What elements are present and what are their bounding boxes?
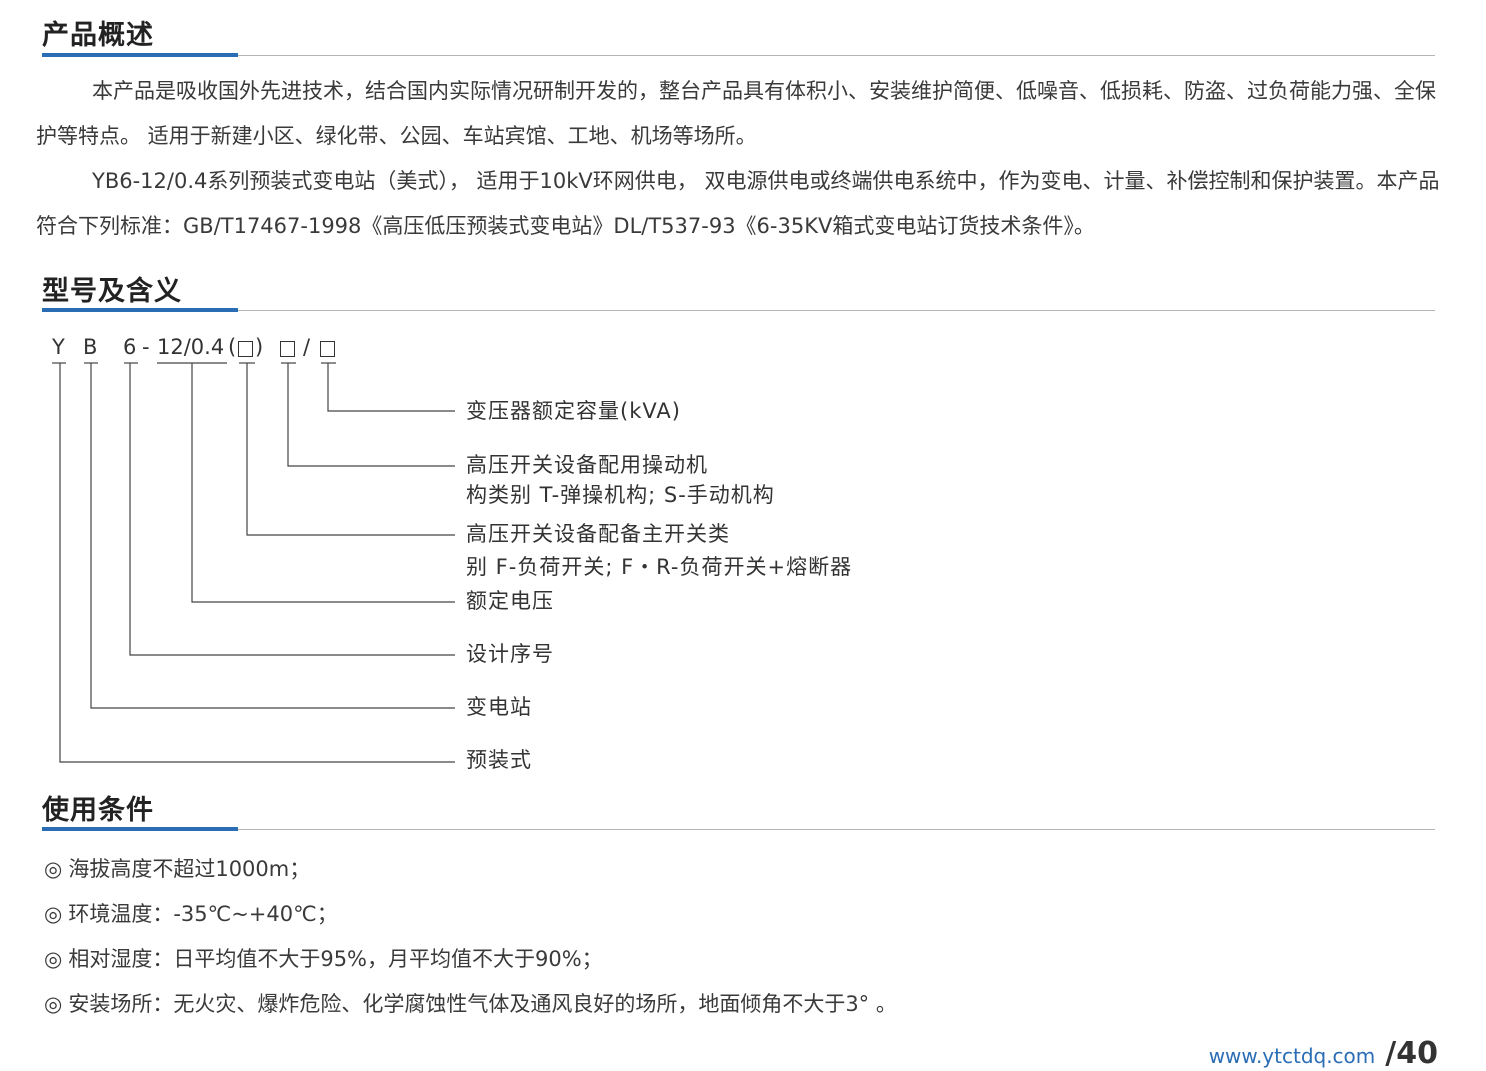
bullet-icon: ◎ bbox=[44, 857, 63, 881]
condition-item: ◎ 环境温度：-35℃~+40℃； bbox=[44, 900, 338, 928]
section-accent-bar bbox=[42, 827, 238, 831]
meaning-rated-voltage: 额定电压 bbox=[466, 589, 554, 613]
leader-prefab bbox=[59, 363, 455, 763]
condition-item: ◎ 海拔高度不超过1000m； bbox=[44, 855, 310, 883]
condition-text: 相对湿度：日平均值不大于95%，月平均值不大于90%； bbox=[68, 947, 603, 971]
meaning-prefab: 预装式 bbox=[466, 748, 532, 772]
section-divider bbox=[42, 829, 1435, 830]
leader-capacity bbox=[327, 363, 455, 412]
leader-rated-voltage bbox=[191, 363, 455, 603]
meaning-main-switch-1: 高压开关设备配备主开关类 bbox=[466, 522, 730, 546]
bullet-icon: ◎ bbox=[44, 947, 63, 971]
meaning-main-switch-2: 别 F-负荷开关; F・R-负荷开关+熔断器 bbox=[466, 555, 853, 579]
model-code-diagram bbox=[52, 362, 455, 763]
page-number: /40 bbox=[1385, 1036, 1438, 1071]
section-title-conditions: 使用条件 bbox=[42, 795, 154, 826]
condition-text: 安装场所：无火灾、爆炸危险、化学腐蚀性气体及通风良好的场所，地面倾角不大于3° … bbox=[68, 992, 897, 1016]
bullet-icon: ◎ bbox=[44, 902, 63, 926]
meaning-design-serial: 设计序号 bbox=[466, 642, 554, 666]
meaning-operating-mechanism-2: 构类别 T-弹操机构; S-手动机构 bbox=[466, 483, 775, 507]
meaning-substation: 变电站 bbox=[466, 695, 532, 719]
footer-url: www.ytctdq.com bbox=[1208, 1044, 1376, 1068]
condition-text: 环境温度：-35℃~+40℃； bbox=[68, 902, 338, 926]
condition-text: 海拔高度不超过1000m； bbox=[68, 857, 311, 881]
page-footer: www.ytctdq.com/40 bbox=[1209, 1036, 1438, 1071]
leader-operating-mechanism bbox=[287, 363, 455, 467]
leader-design-serial bbox=[129, 363, 455, 656]
condition-item: ◎ 相对湿度：日平均值不大于95%，月平均值不大于90%； bbox=[44, 945, 603, 973]
bullet-icon: ◎ bbox=[44, 992, 63, 1016]
leader-main-switch bbox=[246, 363, 455, 536]
meaning-operating-mechanism-1: 高压开关设备配用操动机 bbox=[466, 453, 708, 477]
meaning-capacity: 变压器额定容量(kVA) bbox=[466, 399, 681, 423]
condition-item: ◎ 安装场所：无火灾、爆炸危险、化学腐蚀性气体及通风良好的场所，地面倾角不大于3°… bbox=[44, 990, 897, 1018]
